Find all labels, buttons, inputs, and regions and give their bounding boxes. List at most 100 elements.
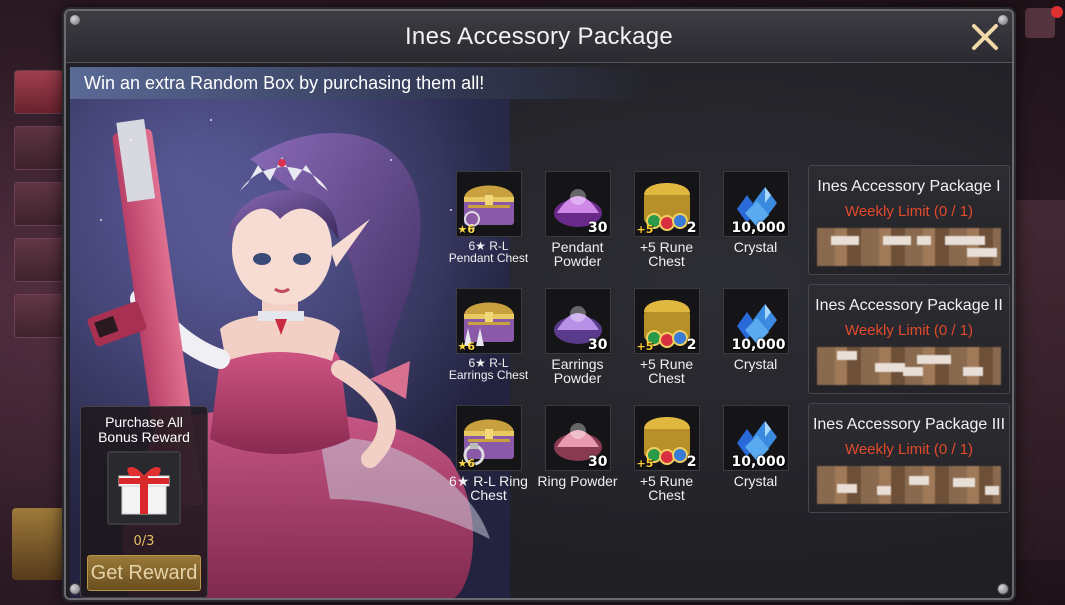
package-item[interactable]: 30 Ring Powder [533,405,622,502]
enhance-level-badge: +5 [636,340,654,353]
package-item[interactable]: 10,000 Crystal [711,171,800,268]
item-label-line: Powder [553,370,602,386]
grade-star-badge: ★6 [457,340,476,353]
item-label-line: Earrings [551,356,604,372]
crystal-icon: 10,000 [722,288,789,354]
grade-star-badge: ★6 [457,223,476,236]
bonus-title-line: Purchase All [105,414,183,430]
background-menu-tile [14,126,64,170]
package-item[interactable]: ★6 6★ R-L Ring Chest [444,405,533,502]
package-card[interactable]: Ines Accessory Package II Weekly Limit (0… [808,284,1010,394]
item-label-line: Crystal [733,239,778,255]
item-label-line: Ring Powder [537,473,618,489]
bonus-progress: 0/3 [133,534,155,549]
price-button-redacted[interactable] [817,228,1001,266]
package-name: Ines Accessory Package III [812,416,1006,433]
notification-dot [1051,6,1063,18]
background-side-panel [1009,200,1065,560]
item-quantity: 30 [588,220,608,236]
item-quantity: 30 [588,337,608,353]
item-quantity: 2 [686,220,697,236]
item-quantity: 10,000 [731,337,786,353]
item-label-line: Chest [648,253,685,269]
item-label: +5 Rune Chest [622,357,711,385]
package-item[interactable]: +5 2 +5 Rune Chest [622,288,711,385]
background-shop-tile [12,508,72,580]
item-quantity: 10,000 [731,220,786,236]
background-menu-tile [14,182,64,226]
weekly-limit: Weekly Limit (0 / 1) [844,322,974,339]
bonus-title: Purchase All Bonus Reward [81,415,207,445]
item-label-line: Chest [648,487,685,503]
bonus-reward-slot[interactable] [107,451,181,525]
item-label: Earrings Powder [533,357,622,385]
grade-star-badge: ★6 [457,457,476,470]
item-label-line: +5 Rune [639,356,694,372]
rune-chest-icon: +5 2 [633,288,700,354]
earrings-chest-icon: ★6 [455,288,522,354]
item-label: +5 Rune Chest [622,474,711,502]
dialog-content: Win an extra Random Box by purchasing th… [66,63,1012,598]
bonus-banner: Win an extra Random Box by purchasing th… [70,67,650,99]
item-label: Crystal [711,474,800,488]
package-item[interactable]: 10,000 Crystal [711,288,800,385]
item-quantity: 2 [686,454,697,470]
package-item[interactable]: +5 2 +5 Rune Chest [622,171,711,268]
close-icon [972,24,998,50]
item-label: 6★ R-L Pendant Chest [444,240,533,264]
package-card[interactable]: Ines Accessory Package I Weekly Limit (0 … [808,165,1010,275]
item-label-line: Pendant [551,239,604,255]
package-name: Ines Accessory Package I [817,178,1001,195]
enhance-level-badge: +5 [636,457,654,470]
bonus-title-line: Bonus Reward [98,429,190,445]
purchase-all-bonus-panel: Purchase All Bonus Reward 0/3 Get Reward [80,406,208,598]
package-name: Ines Accessory Package II [815,297,1003,314]
item-label: 6★ R-L Ring Chest [444,474,533,502]
ring-chest-icon: ★6 [455,405,522,471]
gift-box-icon [118,466,170,515]
package-list: Ines Accessory Package I Weekly Limit (0 … [808,165,1010,522]
item-label: 6★ R-L Earrings Chest [444,357,533,381]
crystal-icon: 10,000 [722,405,789,471]
weekly-limit: Weekly Limit (0 / 1) [844,203,974,220]
weekly-limit: Weekly Limit (0 / 1) [844,441,974,458]
rune-chest-icon: +5 2 [633,405,700,471]
package-item[interactable]: 30 Pendant Powder [533,171,622,268]
package-item[interactable]: +5 2 +5 Rune Chest [622,405,711,502]
item-label-line: Crystal [733,356,778,372]
item-label-line: +5 Rune [639,473,694,489]
pendant-powder-icon: 30 [544,171,611,237]
dialog-title: Ines Accessory Package [404,22,674,50]
rune-chest-icon: +5 2 [633,171,700,237]
package-card[interactable]: Ines Accessory Package III Weekly Limit (… [808,403,1010,513]
enhance-level-badge: +5 [636,223,654,236]
price-button-redacted[interactable] [817,347,1001,385]
price-button-redacted[interactable] [817,466,1001,504]
package-item[interactable]: 30 Earrings Powder [533,288,622,385]
item-label: Crystal [711,240,800,254]
item-label: Pendant Powder [533,240,622,268]
background-menu-column [14,70,66,340]
item-label-line: Powder [553,253,602,269]
item-label: Ring Powder [533,474,622,488]
rivet-decoration [69,14,81,26]
item-label-line: Chest [470,487,507,503]
package-dialog: Ines Accessory Package Win an extra Rand… [64,9,1014,600]
item-label-line: +5 Rune [639,239,694,255]
package-item[interactable]: ★6 6★ R-L Pendant Chest [444,171,533,268]
item-label-line: Pendant Chest [448,251,529,265]
package-item[interactable]: 10,000 Crystal [711,405,800,502]
item-label: +5 Rune Chest [622,240,711,268]
item-label-line: Chest [648,370,685,386]
item-label-line: Crystal [733,473,778,489]
item-quantity: 2 [686,337,697,353]
item-label-line: Earrings Chest [448,368,529,382]
background-menu-tile [14,238,64,282]
pendant-chest-icon: ★6 [455,171,522,237]
get-reward-button[interactable]: Get Reward [87,555,201,591]
rivet-decoration [69,583,81,595]
background-menu-tile [14,70,64,114]
package-items-grid: ★6 6★ R-L Pendant Chest 30 Pendant Powder +5 2 +… [444,171,800,502]
crystal-icon: 10,000 [722,171,789,237]
package-item[interactable]: ★6 6★ R-L Earrings Chest [444,288,533,385]
